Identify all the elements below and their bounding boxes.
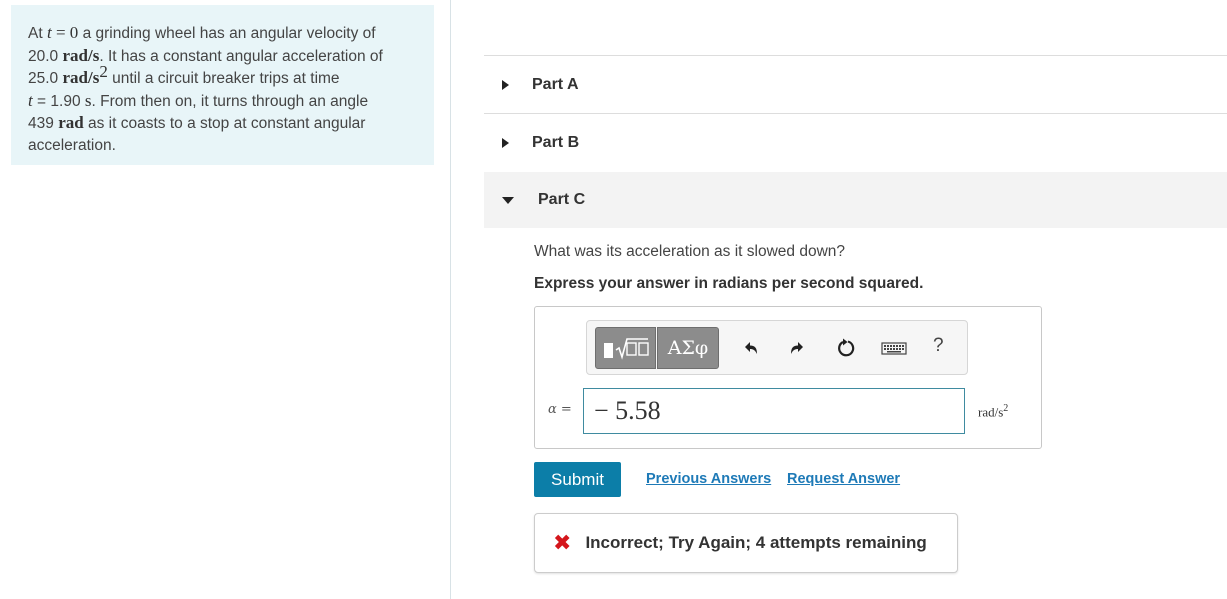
symbols-button[interactable]: ΑΣφ bbox=[657, 327, 719, 369]
question-text: What was its acceleration as it slowed d… bbox=[534, 243, 846, 260]
problem-line-1: At t = 0 a grinding wheel has an angular… bbox=[28, 23, 376, 42]
part-c-label: Part C bbox=[538, 191, 586, 208]
part-c-header[interactable]: Part C bbox=[484, 172, 1227, 228]
problem-line-6: acceleration. bbox=[28, 136, 116, 154]
redo-icon[interactable] bbox=[786, 336, 810, 360]
help-button[interactable]: ? bbox=[933, 335, 944, 357]
part-b-label: Part B bbox=[532, 133, 580, 151]
feedback-text: Incorrect; Try Again; 4 attempts remaini… bbox=[585, 533, 927, 552]
part-a-label: Part A bbox=[532, 75, 579, 93]
submit-button[interactable]: Submit bbox=[534, 462, 621, 497]
math-toolbar: ΑΣφ ? bbox=[586, 320, 968, 375]
reset-icon[interactable] bbox=[834, 336, 858, 360]
problem-statement: At t = 0 a grinding wheel has an angular… bbox=[11, 5, 434, 165]
part-a-header[interactable]: Part A bbox=[484, 56, 1227, 113]
expand-arrow-icon bbox=[502, 137, 509, 148]
request-answer-link[interactable]: Request Answer bbox=[787, 471, 900, 487]
expand-arrow-icon bbox=[502, 79, 509, 90]
templates-button[interactable] bbox=[595, 327, 656, 369]
variable-label: α = bbox=[548, 402, 572, 417]
problem-line-2: 20.0 rad/s. It has a constant angular ac… bbox=[28, 45, 383, 65]
feedback-box: ✖ Incorrect; Try Again; 4 attempts remai… bbox=[534, 513, 958, 573]
instruction-text: Express your answer in radians per secon… bbox=[534, 275, 924, 292]
problem-line-3: 25.0 rad/s2 until a circuit breaker trip… bbox=[28, 61, 340, 87]
unit-label: rad/s2 bbox=[978, 403, 1009, 420]
part-b-header[interactable]: Part B bbox=[484, 114, 1227, 171]
templates-icon bbox=[603, 338, 649, 360]
keyboard-icon[interactable] bbox=[880, 336, 908, 360]
collapse-arrow-icon bbox=[502, 196, 514, 204]
problem-line-5: 439 rad as it coasts to a stop at consta… bbox=[28, 113, 366, 132]
answer-input[interactable]: − 5.58 bbox=[583, 388, 965, 434]
incorrect-icon: ✖ bbox=[553, 530, 572, 556]
column-divider bbox=[450, 0, 451, 599]
previous-answers-link[interactable]: Previous Answers bbox=[646, 471, 771, 487]
problem-line-4: t = 1.90 s. From then on, it turns throu… bbox=[28, 90, 369, 110]
undo-icon[interactable] bbox=[738, 336, 762, 360]
